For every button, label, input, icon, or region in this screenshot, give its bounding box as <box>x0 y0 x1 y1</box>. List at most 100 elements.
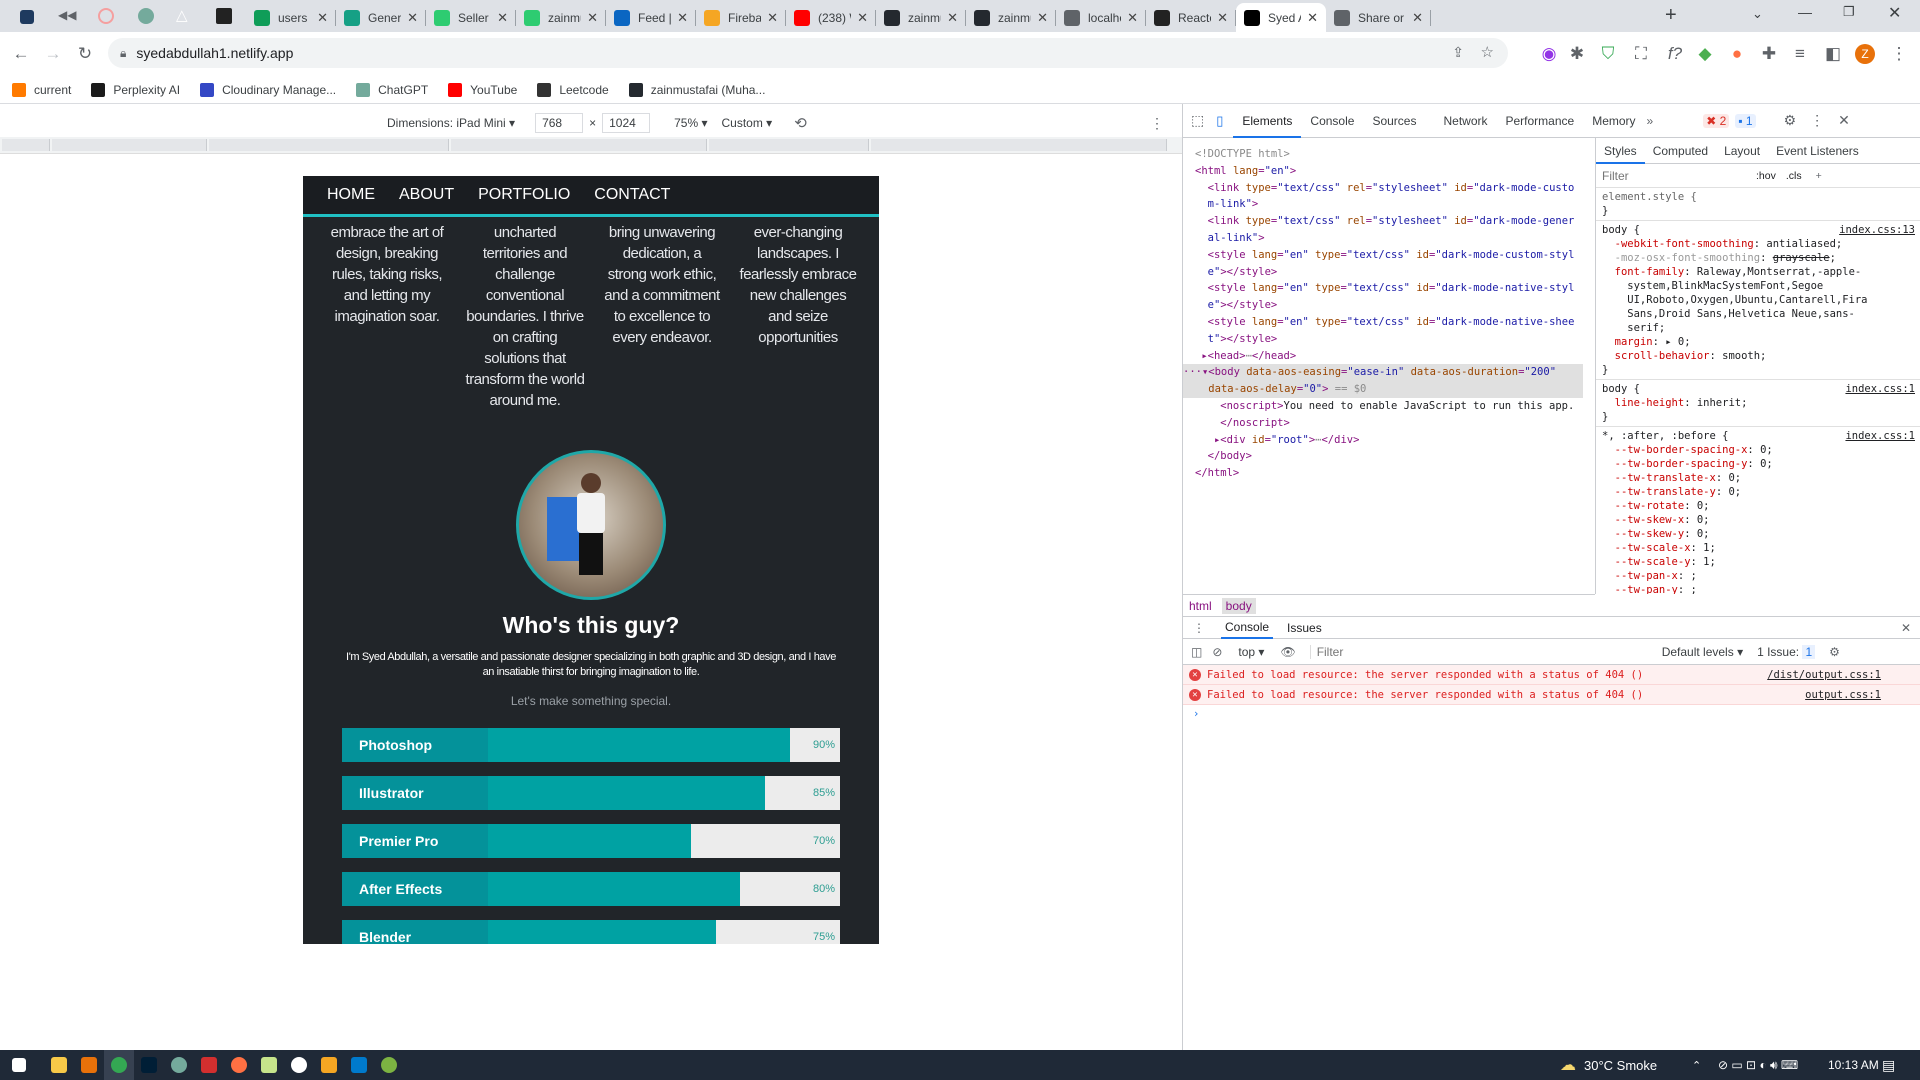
media-query-ruler[interactable] <box>0 137 1182 154</box>
console-prompt[interactable]: › <box>1183 705 1920 723</box>
tab-close-icon[interactable]: ✕ <box>1412 10 1423 26</box>
style-rule-body-2[interactable]: body { index.css:1 line-height: inherit;… <box>1596 380 1920 427</box>
browser-tab[interactable]: zainmus ✕ <box>876 3 966 32</box>
breadcrumb-html[interactable]: html <box>1189 599 1212 613</box>
context-dropdown[interactable]: top ▾ <box>1238 645 1264 659</box>
bookmark-star-icon[interactable]: ☆ <box>1481 43 1494 61</box>
extension-orange-icon[interactable]: ● <box>1726 44 1748 64</box>
browser-tab[interactable]: Syed Ab ✕ <box>1236 3 1326 32</box>
browser-tab[interactable]: Feed | Li ✕ <box>606 3 696 32</box>
device-toggle-icon[interactable]: ▯ <box>1216 113 1223 129</box>
back-arrow-icon[interactable]: ← <box>10 44 32 64</box>
clock[interactable]: 10:13 AM <box>1828 1058 1879 1072</box>
bookmark-item[interactable]: ChatGPT <box>356 82 428 97</box>
bookmark-item[interactable]: current <box>12 82 71 97</box>
devtools-tab-elements[interactable]: Elements <box>1233 104 1302 138</box>
github-desktop-icon[interactable] <box>284 1050 314 1080</box>
close-drawer-icon[interactable]: ✕ <box>1901 621 1911 635</box>
tab-search-chevron-icon[interactable]: ⌄ <box>1752 6 1763 22</box>
tab-close-icon[interactable]: ✕ <box>1037 10 1048 26</box>
error-source-link[interactable]: /dist/output.css:1 <box>1767 665 1881 685</box>
styles-tab-event-listeners[interactable]: Event Listeners <box>1768 138 1867 164</box>
elements-tree[interactable]: <!DOCTYPE html> <html lang="en"> <link t… <box>1183 138 1595 594</box>
error-source-link[interactable]: output.css:1 <box>1805 685 1881 705</box>
more-tabs-icon[interactable]: » <box>1647 114 1654 128</box>
rotate-icon[interactable]: ⟲ <box>794 114 807 132</box>
bookmark-item[interactable]: Cloudinary Manage... <box>200 82 336 97</box>
tab-close-icon[interactable]: ✕ <box>1127 10 1138 26</box>
vscode-icon[interactable] <box>344 1050 374 1080</box>
tab-search-icon[interactable] <box>12 2 42 32</box>
browser-tab[interactable]: General ✕ <box>336 3 426 32</box>
tray-icons[interactable]: ⊘ ▭ ⊡ ◐ 🔊︎ ⌨ <box>1718 1058 1798 1073</box>
device-dimensions-dropdown[interactable]: Dimensions: iPad Mini ▾ <box>387 116 515 130</box>
browser-tab[interactable]: Firebase ✕ <box>696 3 786 32</box>
nav-contact-link[interactable]: CONTACT <box>594 186 670 204</box>
bookmark-item[interactable]: Leetcode <box>537 82 609 97</box>
breadcrumb-body[interactable]: body <box>1221 597 1256 614</box>
tab-close-icon[interactable]: ✕ <box>947 10 958 26</box>
photoshop-icon[interactable] <box>134 1050 164 1080</box>
new-rule-icon[interactable]: + <box>1816 170 1822 182</box>
issues-tab[interactable]: Issues <box>1287 621 1322 635</box>
app-orange-icon[interactable] <box>74 1050 104 1080</box>
console-error-row[interactable]: ✕ Failed to load resource: the server res… <box>1183 665 1920 685</box>
device-width-input[interactable] <box>535 113 584 133</box>
console-settings-icon[interactable]: ⚙ <box>1829 645 1840 659</box>
browser-tab[interactable]: (238) W ✕ <box>786 3 876 32</box>
bookmark-item[interactable]: Perplexity AI <box>91 82 180 97</box>
style-rule-universal[interactable]: *, :after, :before { index.css:1 --tw-bo… <box>1596 427 1920 594</box>
browser-tab[interactable]: localhos ✕ <box>1056 3 1146 32</box>
devtools-menu-icon[interactable]: ⋮ <box>1810 112 1824 129</box>
puzzle-icon[interactable]: ✚ <box>1758 44 1780 64</box>
styles-tab-styles[interactable]: Styles <box>1596 138 1645 164</box>
side-panel-icon[interactable]: ◧ <box>1822 44 1844 64</box>
console-error-row[interactable]: ✕ Failed to load resource: the server res… <box>1183 685 1920 705</box>
bookmark-item[interactable]: zainmustafai (Muha... <box>628 82 765 97</box>
notepad-icon[interactable] <box>254 1050 284 1080</box>
weather-icon[interactable]: ☁ <box>1560 1055 1576 1075</box>
settings-gear-icon[interactable]: ⚙ <box>1784 112 1797 129</box>
browser-tab[interactable]: zainmus ✕ <box>516 3 606 32</box>
browser-tab[interactable]: Seller D ✕ <box>426 3 516 32</box>
log-levels-dropdown[interactable]: Default levels ▾ <box>1662 645 1743 659</box>
console-tab[interactable]: Console <box>1221 617 1274 639</box>
hov-toggle[interactable]: :hov <box>1756 170 1776 182</box>
shield-icon[interactable]: ⛉ <box>1597 44 1619 64</box>
devtools-tab-sources[interactable]: Sources <box>1363 104 1425 138</box>
menu-kebab-icon[interactable]: ⋮ <box>1888 44 1910 64</box>
throttle-dropdown[interactable]: Custom ▾ <box>721 116 772 130</box>
extension-icon[interactable]: ◉ <box>1538 44 1560 64</box>
app-yellow-icon[interactable] <box>314 1050 344 1080</box>
tab-close-icon[interactable]: ✕ <box>677 10 688 26</box>
devtools-tab-network[interactable]: Network <box>1425 104 1496 138</box>
devtools-tab-console[interactable]: Console <box>1301 104 1363 138</box>
close-devtools-icon[interactable]: ✕ <box>1838 112 1850 129</box>
extension-leaf-icon[interactable]: ◆ <box>1694 44 1716 64</box>
issues-counter[interactable]: 1 Issue: 1 <box>1757 644 1816 659</box>
style-rule-element[interactable]: element.style {} <box>1596 188 1920 221</box>
tab-close-icon[interactable]: ✕ <box>1307 10 1318 26</box>
reload-icon[interactable]: ↻ <box>74 44 96 64</box>
back-tab-icon[interactable]: ◀◀ <box>58 8 76 22</box>
live-expression-eye-icon[interactable]: 👁︎ <box>1280 645 1295 659</box>
pinned-tab-icon[interactable] <box>216 8 232 24</box>
bookmark-item[interactable]: YouTube <box>448 82 517 97</box>
new-tab-button[interactable]: + <box>1665 4 1677 27</box>
devtools-tab-performance[interactable]: Performance <box>1497 104 1584 138</box>
triangle-tab-icon[interactable]: △ <box>176 6 188 24</box>
tab-close-icon[interactable]: ✕ <box>407 10 418 26</box>
atom-tab-icon[interactable] <box>98 8 114 24</box>
clear-console-icon[interactable]: ⊘ <box>1212 645 1222 659</box>
styles-filter-input[interactable] <box>1602 168 1742 183</box>
font-icon[interactable]: f? <box>1664 44 1686 64</box>
console-filter-input[interactable] <box>1309 644 1650 659</box>
error-count-badge[interactable]: ✖ 2 <box>1703 113 1730 128</box>
sidebar-toggle-icon[interactable]: ◫ <box>1191 645 1202 659</box>
tab-close-icon[interactable]: ✕ <box>317 10 328 26</box>
windows-start-icon[interactable] <box>4 1050 34 1080</box>
nav-home-link[interactable]: HOME <box>327 186 375 204</box>
devtools-tab-memory[interactable]: Memory <box>1583 104 1644 138</box>
forward-arrow-icon[interactable]: → <box>42 44 64 64</box>
notifications-icon[interactable]: ▤ <box>1882 1057 1895 1074</box>
